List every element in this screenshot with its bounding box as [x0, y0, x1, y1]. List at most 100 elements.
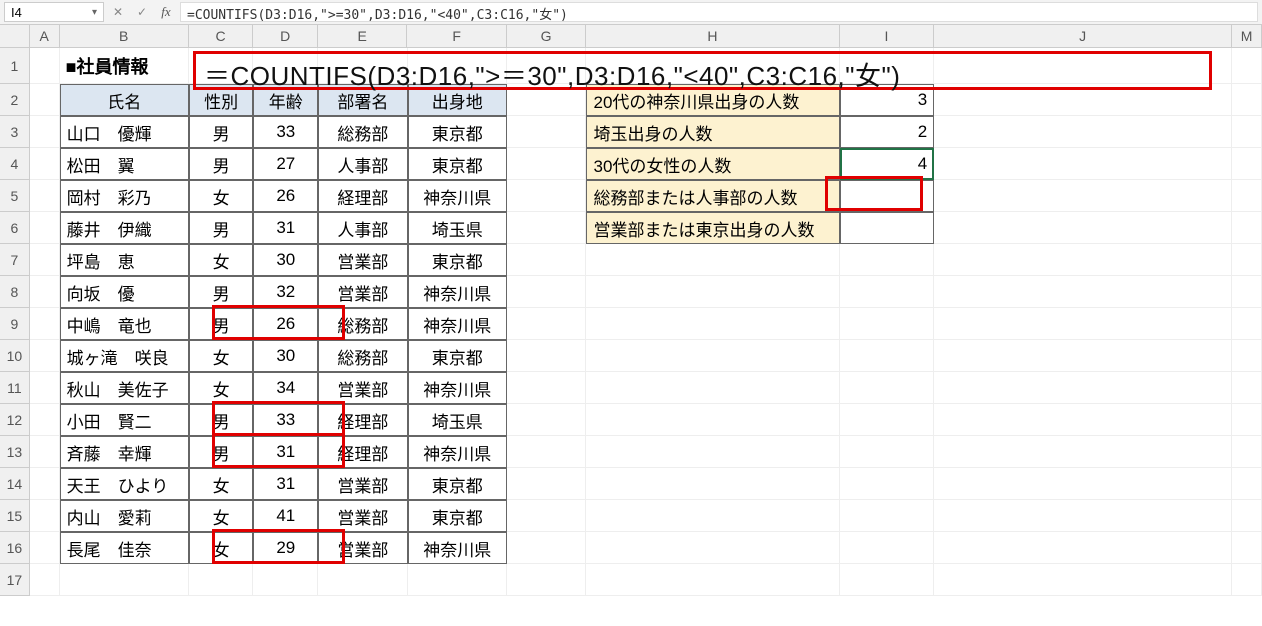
- cell[interactable]: [586, 308, 839, 340]
- cell[interactable]: [934, 212, 1232, 244]
- employee-age[interactable]: 26: [253, 180, 318, 212]
- cell[interactable]: [507, 212, 587, 244]
- employee-name[interactable]: 坪島 恵: [60, 244, 189, 276]
- employee-name[interactable]: 中嶋 竜也: [60, 308, 189, 340]
- select-all-corner[interactable]: [0, 25, 30, 47]
- employee-name[interactable]: 山口 優輝: [60, 116, 189, 148]
- employee-gender[interactable]: 男: [189, 404, 254, 436]
- employee-age[interactable]: 32: [253, 276, 318, 308]
- cell[interactable]: [934, 532, 1232, 564]
- employee-age[interactable]: 31: [253, 436, 318, 468]
- summary-value[interactable]: [840, 180, 934, 212]
- cell[interactable]: [586, 340, 839, 372]
- cell[interactable]: [934, 436, 1232, 468]
- employee-age[interactable]: 29: [253, 532, 318, 564]
- employee-dept[interactable]: 経理部: [318, 404, 407, 436]
- cell[interactable]: [840, 500, 934, 532]
- cell[interactable]: [586, 468, 839, 500]
- cell[interactable]: [1232, 212, 1262, 244]
- employee-name[interactable]: 藤井 伊織: [60, 212, 189, 244]
- cell[interactable]: [507, 532, 587, 564]
- row-header-9[interactable]: 9: [0, 308, 30, 340]
- employee-dept[interactable]: 経理部: [318, 436, 407, 468]
- employee-age[interactable]: 30: [253, 340, 318, 372]
- cell[interactable]: [507, 148, 587, 180]
- cell[interactable]: [507, 436, 587, 468]
- row-header-3[interactable]: 3: [0, 116, 30, 148]
- col-header-H[interactable]: H: [586, 25, 839, 47]
- cell[interactable]: [507, 340, 587, 372]
- cell[interactable]: [1232, 532, 1262, 564]
- cell[interactable]: [318, 564, 407, 596]
- cell[interactable]: [1232, 436, 1262, 468]
- cell[interactable]: [934, 404, 1232, 436]
- cell[interactable]: [934, 468, 1232, 500]
- cell[interactable]: [840, 276, 934, 308]
- cell[interactable]: [30, 468, 60, 500]
- row-header-5[interactable]: 5: [0, 180, 30, 212]
- summary-value[interactable]: [840, 212, 934, 244]
- employee-dept[interactable]: 営業部: [318, 500, 407, 532]
- cell[interactable]: [840, 468, 934, 500]
- employee-origin[interactable]: 神奈川県: [408, 372, 507, 404]
- cell[interactable]: [934, 340, 1232, 372]
- summary-label[interactable]: 30代の女性の人数: [586, 148, 839, 180]
- cell[interactable]: [1232, 116, 1262, 148]
- employee-dept[interactable]: 営業部: [318, 276, 407, 308]
- cell[interactable]: [934, 276, 1232, 308]
- cell[interactable]: [189, 564, 254, 596]
- col-header-I[interactable]: I: [840, 25, 934, 47]
- cell[interactable]: [934, 116, 1232, 148]
- row-header-6[interactable]: 6: [0, 212, 30, 244]
- col-header-B[interactable]: B: [60, 25, 189, 47]
- employee-dept[interactable]: 人事部: [318, 212, 407, 244]
- cell[interactable]: [30, 212, 60, 244]
- cell[interactable]: [30, 148, 60, 180]
- employee-gender[interactable]: 男: [189, 212, 254, 244]
- cell[interactable]: [840, 308, 934, 340]
- cell[interactable]: [30, 84, 60, 116]
- name-box[interactable]: I4 ▾: [4, 2, 104, 22]
- cell[interactable]: [586, 244, 839, 276]
- cell[interactable]: [934, 148, 1232, 180]
- employee-age[interactable]: 30: [253, 244, 318, 276]
- employee-origin[interactable]: 神奈川県: [408, 180, 507, 212]
- employee-gender[interactable]: 女: [189, 372, 254, 404]
- col-header-J[interactable]: J: [934, 25, 1232, 47]
- cell[interactable]: [840, 244, 934, 276]
- summary-value[interactable]: 2: [840, 116, 934, 148]
- cell[interactable]: [30, 48, 60, 84]
- cell[interactable]: [30, 372, 60, 404]
- row-header-16[interactable]: 16: [0, 532, 30, 564]
- cell[interactable]: [1232, 148, 1262, 180]
- cell[interactable]: [30, 180, 60, 212]
- employee-origin[interactable]: 神奈川県: [408, 308, 507, 340]
- employee-name[interactable]: 岡村 彩乃: [60, 180, 189, 212]
- employee-name[interactable]: 城ヶ滝 咲良: [60, 340, 189, 372]
- employee-origin[interactable]: 東京都: [408, 468, 507, 500]
- employee-gender[interactable]: 女: [189, 180, 254, 212]
- employee-gender[interactable]: 女: [189, 244, 254, 276]
- employee-name[interactable]: 天王 ひより: [60, 468, 189, 500]
- employee-age[interactable]: 27: [253, 148, 318, 180]
- employee-gender[interactable]: 男: [189, 436, 254, 468]
- row-header-15[interactable]: 15: [0, 500, 30, 532]
- summary-label[interactable]: 営業部または東京出身の人数: [586, 212, 839, 244]
- cell[interactable]: [1232, 500, 1262, 532]
- cell[interactable]: [586, 500, 839, 532]
- cell[interactable]: [30, 500, 60, 532]
- employee-name[interactable]: 内山 愛莉: [60, 500, 189, 532]
- employee-gender[interactable]: 男: [189, 148, 254, 180]
- row-header-7[interactable]: 7: [0, 244, 30, 276]
- employee-dept[interactable]: 経理部: [318, 180, 407, 212]
- row-header-4[interactable]: 4: [0, 148, 30, 180]
- row-header-13[interactable]: 13: [0, 436, 30, 468]
- employee-dept[interactable]: 営業部: [318, 468, 407, 500]
- row-header-2[interactable]: 2: [0, 84, 30, 116]
- employee-origin[interactable]: 東京都: [408, 116, 507, 148]
- cell[interactable]: [30, 308, 60, 340]
- cell[interactable]: [60, 564, 189, 596]
- cell[interactable]: [934, 564, 1232, 596]
- fx-icon[interactable]: fx: [156, 2, 176, 22]
- employee-dept[interactable]: 人事部: [318, 148, 407, 180]
